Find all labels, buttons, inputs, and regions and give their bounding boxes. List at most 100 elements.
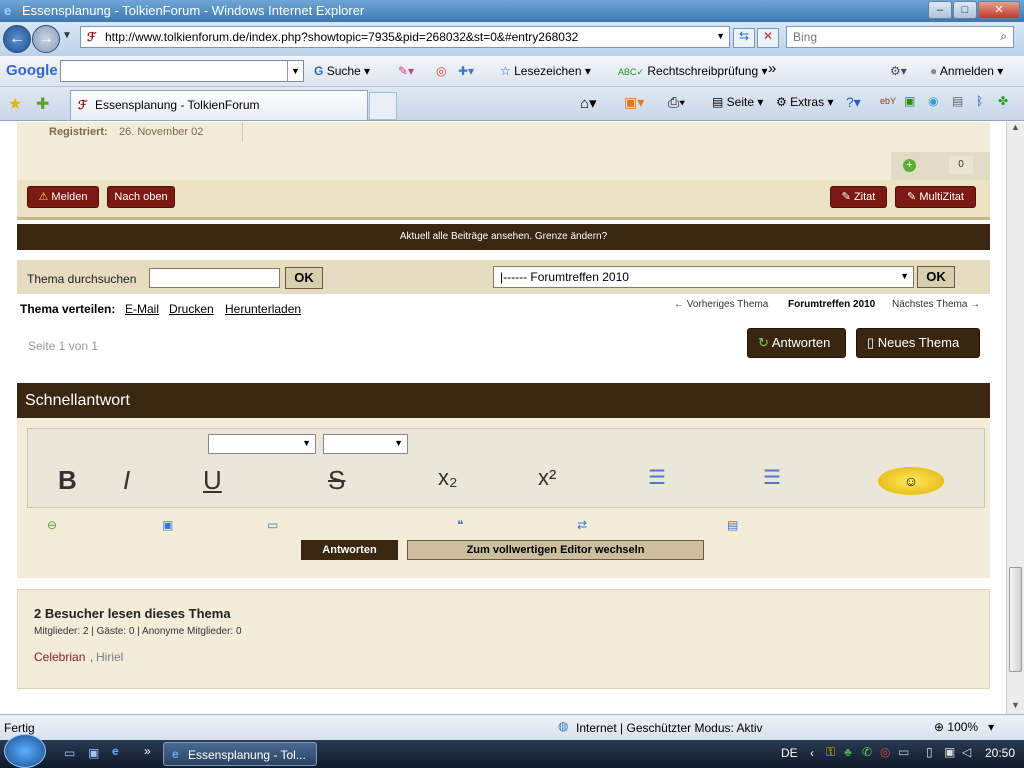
language-indicator[interactable]: DE bbox=[781, 746, 798, 760]
list-icon[interactable]: ☰ bbox=[648, 465, 666, 490]
superscript-icon[interactable]: x² bbox=[538, 465, 556, 491]
tray-users-icon[interactable]: ♣ bbox=[844, 745, 852, 759]
forward-button[interactable]: → bbox=[32, 25, 60, 53]
prev-topic-link[interactable]: ← Vorheriges Thema bbox=[674, 299, 768, 310]
scroll-up-icon[interactable]: ▲ bbox=[1011, 122, 1020, 132]
share-email-link[interactable]: E-Mail bbox=[125, 302, 159, 316]
recent-pages-chevron-icon[interactable]: ▼ bbox=[62, 30, 72, 41]
email-icon[interactable]: ▭ bbox=[267, 518, 278, 532]
show-desktop-icon[interactable]: ▭ bbox=[64, 746, 75, 760]
help-icon[interactable]: ?▾ bbox=[846, 94, 861, 111]
taskbar-ie-window[interactable]: e Essensplanung - Tol... bbox=[163, 742, 317, 766]
google-search-button[interactable]: G Suche ▾ bbox=[314, 64, 370, 78]
google-search-input[interactable]: ▼ bbox=[60, 60, 304, 82]
next-topic-link[interactable]: Nächstes Thema → bbox=[892, 299, 980, 310]
back-to-top-button[interactable]: Nach oben bbox=[107, 186, 175, 208]
show-all-posts-link[interactable]: Aktuell alle Beiträge ansehen. Grenze än… bbox=[17, 224, 990, 250]
zoom-control[interactable]: ⊕ 100% ▾ bbox=[934, 720, 994, 734]
rss-icon[interactable]: ▣▾ bbox=[624, 94, 644, 111]
share-download-link[interactable]: Herunterladen bbox=[225, 302, 301, 316]
quicklaunch-more-icon[interactable]: » bbox=[144, 744, 151, 758]
extras-menu[interactable]: ⚙ Extras ▾ bbox=[776, 95, 833, 109]
clover-icon[interactable]: ✤ bbox=[998, 94, 1008, 108]
topic-search-ok-button[interactable]: OK bbox=[285, 267, 323, 289]
bluetooth-icon[interactable]: ᛒ bbox=[976, 94, 983, 108]
url-input[interactable]: ℱ http://www.tolkienforum.de/index.php?s… bbox=[80, 26, 730, 48]
reply-button[interactable]: ↻ Antworten bbox=[747, 328, 846, 358]
tray-device-icon[interactable]: ▯ bbox=[926, 745, 933, 759]
new-topic-button[interactable]: ▯ Neues Thema bbox=[856, 328, 980, 358]
tray-im-icon[interactable]: ✆ bbox=[862, 745, 872, 759]
clock[interactable]: 20:50 bbox=[985, 746, 1015, 760]
tab-active[interactable]: ℱ Essensplanung - TolkienForum bbox=[70, 90, 368, 120]
full-editor-button[interactable]: Zum vollwertigen Editor wechseln bbox=[407, 540, 704, 560]
signin-button[interactable]: ● Anmelden ▾ bbox=[930, 64, 1003, 78]
code-icon[interactable]: ⇄ bbox=[577, 518, 587, 532]
font-select[interactable]: ▼ bbox=[208, 434, 316, 454]
addon-tool-icon[interactable]: ▤ bbox=[952, 94, 963, 108]
add-favorites-icon[interactable]: ✚ bbox=[36, 94, 49, 114]
ie-quicklaunch-icon[interactable]: e bbox=[112, 744, 119, 758]
forum-jump-select[interactable]: |------ Forumtreffen 2010 ▼ bbox=[493, 266, 914, 288]
minimize-button[interactable]: – bbox=[928, 1, 952, 19]
italic-icon[interactable]: I bbox=[123, 465, 130, 496]
tray-ring-icon[interactable]: ◎ bbox=[880, 745, 890, 759]
viewer-link-hiriel[interactable]: Hiriel bbox=[96, 650, 123, 664]
favorites-star-icon[interactable]: ★ bbox=[8, 94, 22, 114]
size-select[interactable]: ▼ bbox=[323, 434, 408, 454]
back-button[interactable]: ← bbox=[3, 25, 31, 53]
add-plus-icon[interactable]: ✚▾ bbox=[458, 64, 474, 78]
maximize-button[interactable]: □ bbox=[953, 1, 977, 19]
current-topic-link[interactable]: Forumtreffen 2010 bbox=[788, 299, 875, 310]
more-chevron-icon[interactable]: » bbox=[768, 60, 776, 77]
share-print-link[interactable]: Drucken bbox=[169, 302, 214, 316]
scroll-thumb[interactable] bbox=[1009, 567, 1022, 672]
viewer-link-celebrian[interactable]: Celebrian bbox=[34, 650, 85, 664]
close-button[interactable]: ✕ bbox=[978, 1, 1020, 19]
ebay-icon[interactable]: ebY bbox=[880, 96, 896, 106]
bookmarks-button[interactable]: ☆ Lesezeichen ▾ bbox=[500, 64, 591, 78]
forum-jump-ok-button[interactable]: OK bbox=[917, 266, 955, 288]
switch-windows-icon[interactable]: ▣ bbox=[88, 746, 99, 760]
new-tab-button[interactable] bbox=[369, 92, 397, 120]
strike-icon[interactable]: S bbox=[328, 465, 345, 496]
link-icon[interactable]: ⊖ bbox=[47, 518, 57, 532]
report-button[interactable]: ⚠ Melden bbox=[27, 186, 99, 208]
spinner-icon[interactable]: ◎ bbox=[436, 64, 446, 78]
media-icon[interactable]: ▤ bbox=[727, 518, 738, 532]
page-menu[interactable]: ▤ Seite ▾ bbox=[712, 95, 763, 109]
vertical-scrollbar[interactable]: ▲ ▼ bbox=[1006, 122, 1024, 714]
security-zone[interactable]: Internet | Geschützter Modus: Aktiv bbox=[576, 721, 763, 735]
numbered-list-icon[interactable]: ☰ bbox=[763, 465, 781, 490]
bold-icon[interactable]: B bbox=[58, 465, 77, 496]
quote-block-icon[interactable]: ❝ bbox=[457, 518, 463, 532]
rep-plus-icon[interactable]: + bbox=[903, 159, 916, 172]
topic-search-input[interactable] bbox=[149, 268, 280, 288]
stop-icon[interactable]: ✕ bbox=[757, 28, 779, 48]
multiquote-button[interactable]: ✎ MultiZitat bbox=[895, 186, 976, 208]
print-icon[interactable]: ⎙▾ bbox=[668, 94, 685, 111]
wrench-icon[interactable]: ⚙▾ bbox=[890, 64, 907, 78]
url-dropdown-icon[interactable]: ▼ bbox=[716, 31, 725, 41]
quick-reply-submit-button[interactable]: Antworten bbox=[301, 540, 398, 560]
tray-expand-icon[interactable]: ‹ bbox=[810, 746, 814, 760]
spellcheck-button[interactable]: ABC✓ Rechtschreibprüfung ▾ bbox=[618, 64, 767, 78]
tray-volume-icon[interactable]: ◁ bbox=[962, 745, 971, 759]
underline-icon[interactable]: U bbox=[203, 465, 222, 496]
scroll-down-icon[interactable]: ▼ bbox=[1011, 700, 1020, 710]
highlight-icon[interactable]: ✎▾ bbox=[398, 64, 414, 78]
tray-network-icon[interactable]: ▣ bbox=[944, 745, 955, 759]
addon-icon[interactable]: ▣ bbox=[904, 94, 915, 108]
home-icon[interactable]: ⌂▾ bbox=[580, 94, 597, 112]
subscript-icon[interactable]: x₂ bbox=[438, 465, 458, 491]
start-button[interactable] bbox=[4, 734, 46, 768]
quote-button[interactable]: ✎ Zitat bbox=[830, 186, 887, 208]
smiley-icon[interactable]: ☺ bbox=[878, 467, 944, 495]
addon-skype-icon[interactable]: ◉ bbox=[928, 94, 938, 108]
search-icon[interactable]: ⌕ bbox=[1000, 29, 1007, 44]
search-input[interactable]: Bing ⌕ bbox=[786, 26, 1014, 48]
tray-window-icon[interactable]: ▭ bbox=[898, 745, 909, 759]
tray-key-icon[interactable]: ⚿ bbox=[826, 745, 835, 760]
image-icon[interactable]: ▣ bbox=[162, 518, 173, 532]
refresh-icon[interactable]: ⇆ bbox=[733, 28, 755, 48]
